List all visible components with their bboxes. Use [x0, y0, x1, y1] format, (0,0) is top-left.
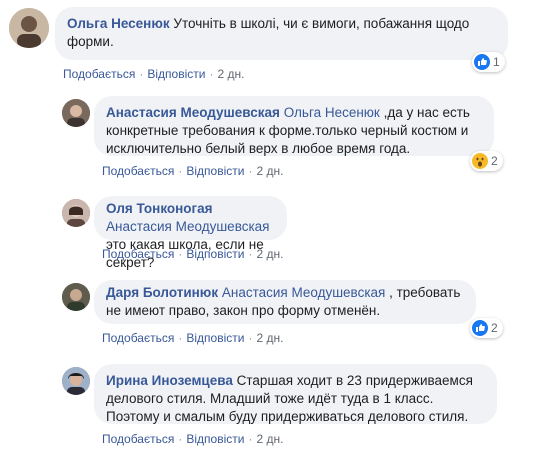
- like-icon: [472, 320, 488, 336]
- reply-link[interactable]: Відповісти: [186, 247, 244, 261]
- comment-author[interactable]: Анастасия Меодушевская: [106, 105, 280, 120]
- reaction-badge[interactable]: 2: [470, 151, 503, 171]
- comment-bubble: Оля Тонконогая Анастасия Меодушевская эт…: [94, 196, 287, 270]
- avatar[interactable]: [62, 367, 90, 395]
- comment-bubble: Анастасия Меодушевская Ольга Несенюк ,да…: [94, 96, 494, 156]
- reaction-count: 1: [493, 55, 500, 69]
- timestamp[interactable]: 2 дн.: [256, 331, 283, 345]
- comment-author[interactable]: Ольга Несенюк: [67, 16, 170, 31]
- like-link[interactable]: Подобається: [63, 67, 135, 81]
- reaction-badge[interactable]: 2: [470, 318, 503, 338]
- comment-actions: Подобається · Відповісти · 2 дн.: [63, 67, 245, 81]
- comment-mention[interactable]: Анастасия Меодушевская: [222, 285, 385, 300]
- comment-actions: Подобається · Відповісти · 2 дн.: [102, 331, 284, 345]
- like-link[interactable]: Подобається: [102, 164, 174, 178]
- timestamp[interactable]: 2 дн.: [256, 247, 283, 261]
- like-link[interactable]: Подобається: [102, 247, 174, 261]
- comment-actions: Подобається · Відповісти · 2 дн.: [102, 164, 284, 178]
- reaction-count: 2: [491, 321, 498, 335]
- reaction-badge[interactable]: 1: [472, 52, 505, 72]
- comment-actions: Подобається · Відповісти · 2 дн.: [102, 432, 284, 446]
- avatar[interactable]: [62, 99, 90, 127]
- avatar[interactable]: [62, 199, 90, 227]
- avatar[interactable]: [9, 8, 49, 48]
- reply-link[interactable]: Відповісти: [186, 331, 244, 345]
- reply-link[interactable]: Відповісти: [186, 164, 244, 178]
- comment-mention[interactable]: Анастасия Меодушевская: [106, 219, 269, 234]
- like-link[interactable]: Подобається: [102, 432, 174, 446]
- like-icon: [474, 54, 490, 70]
- comment-mention[interactable]: Ольга Несенюк: [284, 105, 380, 120]
- timestamp[interactable]: 2 дн.: [217, 67, 244, 81]
- timestamp[interactable]: 2 дн.: [256, 164, 283, 178]
- comment-bubble: Ирина Иноземцева Старшая ходит в 23 прид…: [94, 364, 497, 424]
- comment-author[interactable]: Ирина Иноземцева: [106, 373, 233, 388]
- like-link[interactable]: Подобається: [102, 331, 174, 345]
- reply-link[interactable]: Відповісти: [186, 432, 244, 446]
- wow-icon: [472, 153, 488, 169]
- reaction-count: 2: [491, 154, 498, 168]
- timestamp[interactable]: 2 дн.: [256, 432, 283, 446]
- comment-author[interactable]: Оля Тонконогая: [106, 201, 213, 216]
- comment-bubble: Даря Болотинюк Анастасия Меодушевская , …: [94, 280, 476, 324]
- comment-actions: Подобається · Відповісти · 2 дн.: [102, 247, 284, 261]
- comment-bubble: Ольга Несенюк Уточніть в школі, чи є вим…: [55, 7, 508, 60]
- avatar[interactable]: [62, 283, 90, 311]
- reply-link[interactable]: Відповісти: [147, 67, 205, 81]
- comment-author[interactable]: Даря Болотинюк: [106, 285, 218, 300]
